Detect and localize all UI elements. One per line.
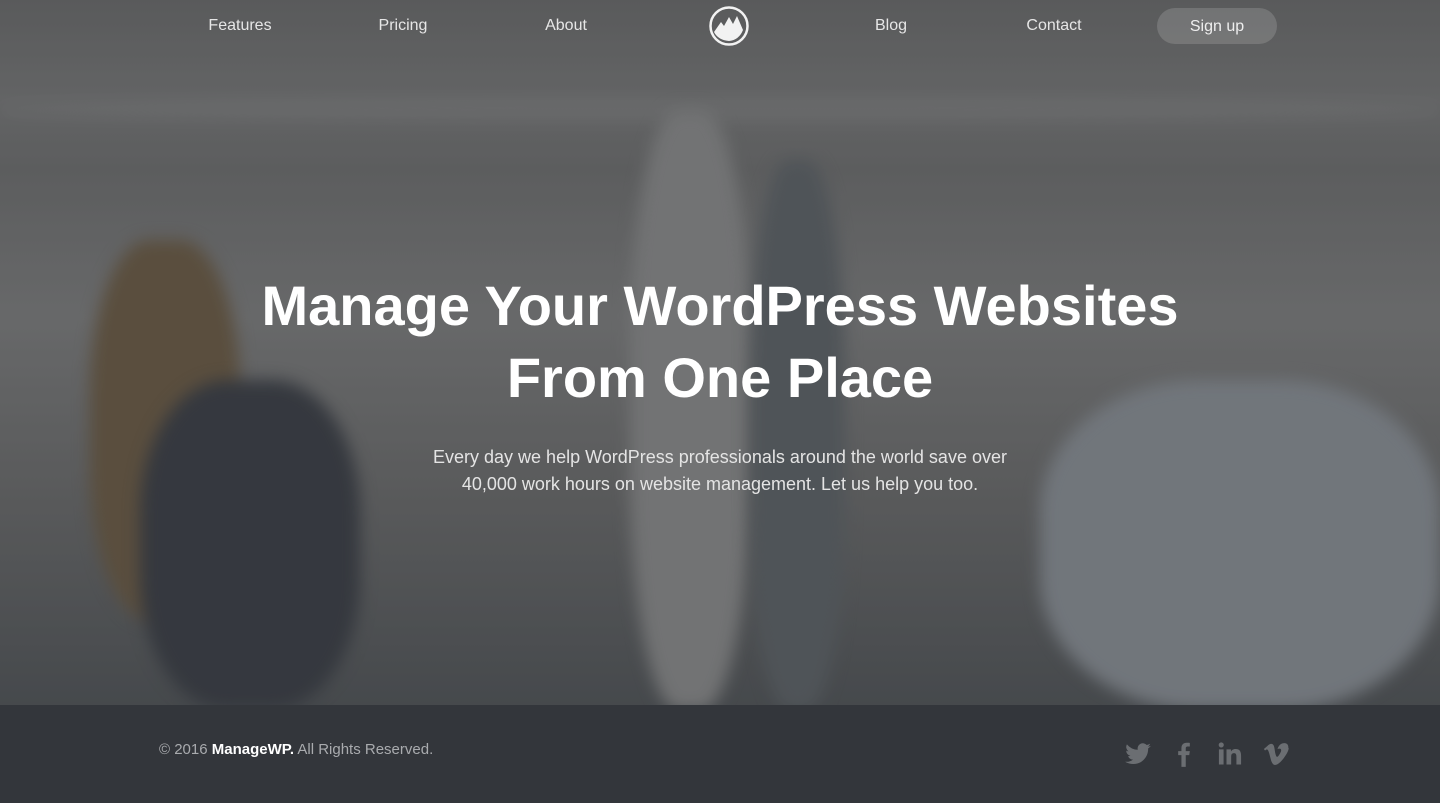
nav-features[interactable]: Features bbox=[208, 17, 271, 35]
nav-about[interactable]: About bbox=[545, 17, 587, 35]
copyright-suffix: All Rights Reserved. bbox=[297, 741, 434, 758]
hero-section: Features Pricing About Blog Contact Sign… bbox=[0, 0, 1440, 705]
brand-name: ManageWP. bbox=[211, 741, 295, 758]
vimeo-icon[interactable] bbox=[1262, 740, 1290, 768]
hero-title-line2: From One Place bbox=[506, 346, 934, 409]
nav-pricing[interactable]: Pricing bbox=[379, 17, 428, 35]
copyright-prefix: © 2016 bbox=[159, 741, 208, 758]
linkedin-icon[interactable] bbox=[1216, 740, 1244, 768]
mountain-logo-icon[interactable] bbox=[709, 6, 749, 46]
facebook-icon[interactable] bbox=[1170, 740, 1198, 768]
nav-blog[interactable]: Blog bbox=[875, 17, 907, 35]
twitter-icon[interactable] bbox=[1124, 740, 1152, 768]
signup-button[interactable]: Sign up bbox=[1157, 8, 1277, 44]
hero-subtitle-line2: 40,000 work hours on website management.… bbox=[461, 474, 979, 494]
hero-title-line1: Manage Your WordPress Websites bbox=[261, 274, 1179, 337]
hero-subtitle-line1: Every day we help WordPress professional… bbox=[433, 447, 1007, 467]
hero-title: Manage Your WordPress Websites From One … bbox=[0, 270, 1440, 414]
top-nav: Features Pricing About Blog Contact Sign… bbox=[0, 0, 1440, 54]
nav-contact[interactable]: Contact bbox=[1026, 17, 1081, 35]
copyright: © 2016 ManageWP. All Rights Reserved. bbox=[159, 741, 433, 758]
hero-subtitle: Every day we help WordPress professional… bbox=[0, 444, 1440, 498]
